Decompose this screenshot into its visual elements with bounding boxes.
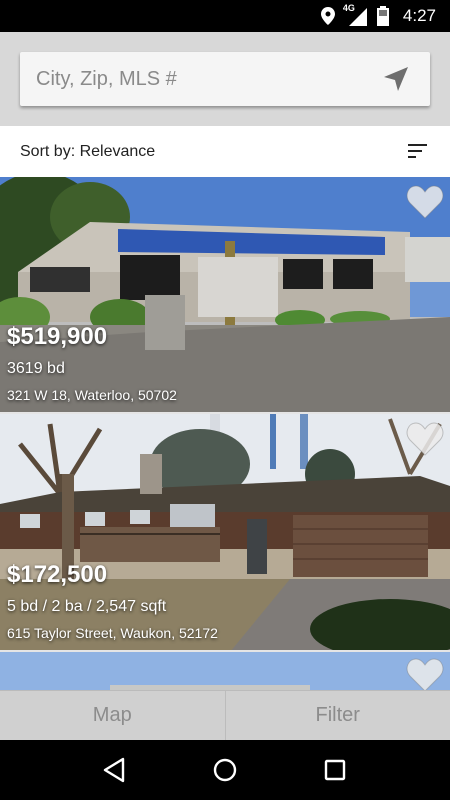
listing-card[interactable]: $172,500 5 bd / 2 ba / 2,547 sqft 615 Ta… bbox=[0, 414, 450, 652]
listing-photo bbox=[0, 414, 450, 650]
battery-icon bbox=[376, 6, 389, 26]
sort-label: Sort by: Relevance bbox=[20, 142, 156, 160]
home-icon[interactable] bbox=[211, 756, 239, 784]
heart-icon[interactable] bbox=[406, 658, 444, 690]
clock: 4:27 bbox=[402, 6, 436, 25]
signal-icon: 4G bbox=[343, 3, 367, 26]
bottom-tab-bar: Map Filter bbox=[0, 690, 450, 740]
locate-arrow-icon[interactable] bbox=[382, 65, 410, 93]
listing-price: $519,900 bbox=[7, 323, 108, 350]
status-bar: 4G 4:27 bbox=[0, 0, 450, 32]
search-input[interactable] bbox=[36, 67, 366, 91]
app-screen: 4G 4:27 Sort by: Relevance bbox=[0, 0, 450, 800]
listing-address: 615 Taylor Street, Waukon, 52172 bbox=[7, 625, 218, 641]
location-icon bbox=[320, 7, 335, 25]
listing-price: $172,500 bbox=[7, 561, 108, 588]
listing-details: 5 bd / 2 ba / 2,547 sqft bbox=[7, 598, 167, 615]
listing-photo bbox=[0, 177, 450, 412]
listing-feed[interactable]: $519,900 3619 bd 321 W 18, Waterloo, 507… bbox=[0, 177, 450, 690]
recents-icon[interactable] bbox=[321, 756, 349, 784]
search-box bbox=[20, 52, 430, 106]
listing-photo bbox=[0, 652, 450, 690]
listing-address: 321 W 18, Waterloo, 50702 bbox=[7, 387, 177, 403]
filter-tab[interactable]: Filter bbox=[224, 691, 450, 740]
heart-icon[interactable] bbox=[406, 422, 444, 456]
heart-icon[interactable] bbox=[406, 185, 444, 219]
system-nav-bar bbox=[0, 740, 450, 800]
map-tab[interactable]: Map bbox=[0, 691, 225, 740]
sort-lines-icon[interactable] bbox=[408, 143, 428, 159]
sort-bar[interactable]: Sort by: Relevance bbox=[0, 126, 450, 177]
listing-card[interactable] bbox=[0, 652, 450, 690]
listing-details: 3619 bd bbox=[7, 360, 65, 377]
search-header bbox=[0, 32, 450, 126]
listing-card[interactable]: $519,900 3619 bd 321 W 18, Waterloo, 507… bbox=[0, 177, 450, 414]
back-icon[interactable] bbox=[101, 756, 129, 784]
